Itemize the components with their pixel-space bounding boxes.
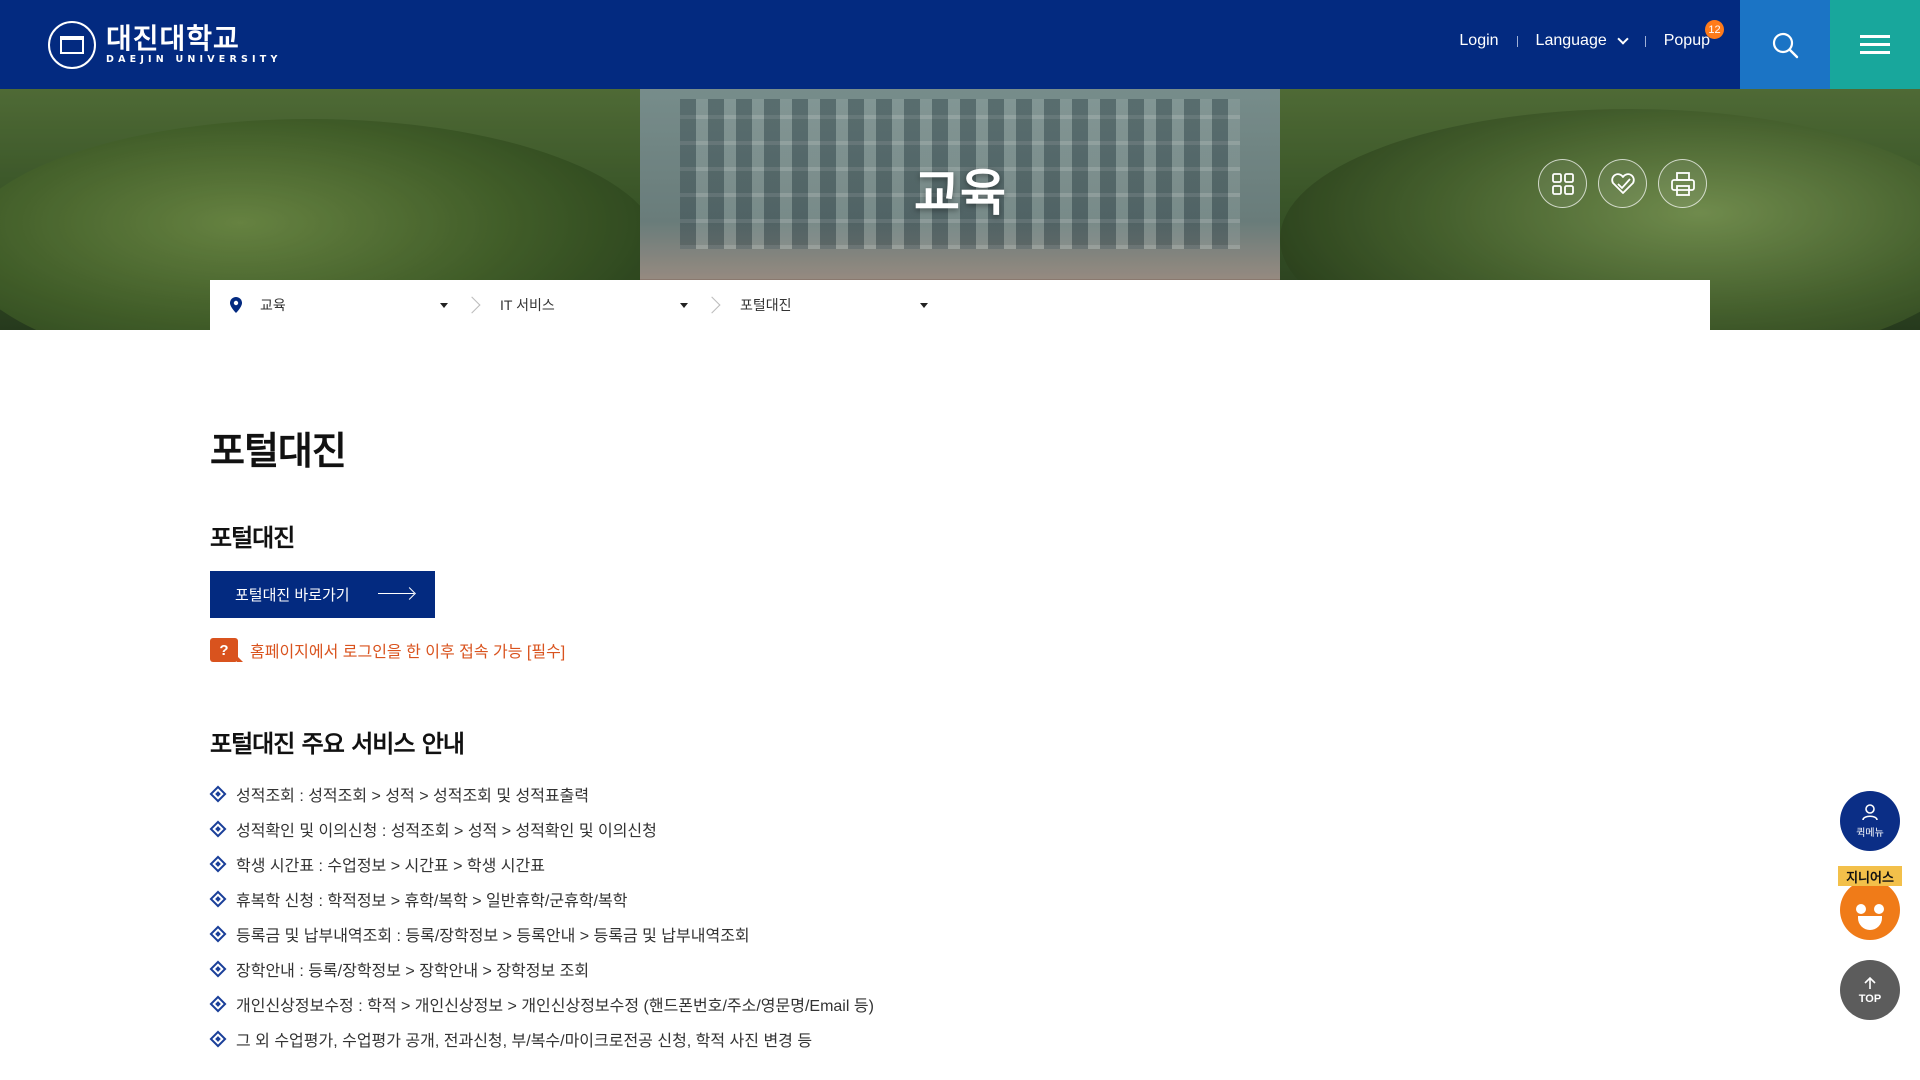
login-link[interactable]: Login xyxy=(1459,32,1498,50)
list-item: 성적확인 및 이의신청 : 성적조회 > 성적 > 성적확인 및 이의신청 xyxy=(209,811,874,846)
bullet-icon xyxy=(209,820,227,837)
section-title-services: 포털대진 주요 서비스 안내 xyxy=(210,730,465,758)
top-label: TOP xyxy=(1858,992,1882,1005)
scroll-top-button[interactable]: TOP xyxy=(1840,960,1900,1020)
quick-menu-button[interactable]: 퀵메뉴 xyxy=(1840,791,1900,851)
breadcrumb-level3-label: 포털대진 xyxy=(740,297,792,313)
list-item: 성적조회 : 성적조회 > 성적 > 성적조회 및 성적표출력 xyxy=(209,776,874,811)
nav-divider xyxy=(1516,35,1518,47)
language-label: Language xyxy=(1535,32,1607,49)
caret-down-icon xyxy=(440,302,448,308)
section-title-portal: 포털대진 xyxy=(210,524,295,552)
sitemap-icon xyxy=(1551,172,1574,195)
list-item: 그 외 수업평가, 수업평가 공개, 전과신청, 부/복수/마이크로전공 신청,… xyxy=(209,1021,874,1056)
breadcrumb-level1-select[interactable]: 교육 xyxy=(260,280,470,330)
chevron-down-icon xyxy=(1617,33,1629,45)
service-list: 성적조회 : 성적조회 > 성적 > 성적조회 및 성적표출력 성적확인 및 이… xyxy=(209,776,874,1056)
list-item: 휴복학 신청 : 학적정보 > 휴학/복학 > 일반휴학/군휴학/복학 xyxy=(209,881,874,916)
login-notice: ? 홈페이지에서 로그인을 한 이후 접속 가능 [필수] xyxy=(210,638,565,662)
bullet-icon xyxy=(209,925,227,942)
hero-tool-buttons xyxy=(1538,159,1707,208)
chatbot-button[interactable]: 지니어스 xyxy=(1838,866,1902,942)
arrow-right-icon xyxy=(378,593,414,594)
logo-korean: 대진대학교 xyxy=(106,22,240,55)
list-item: 등록금 및 납부내역조회 : 등록/장학정보 > 등록안내 > 등록금 및 납부… xyxy=(209,916,874,951)
bullet-icon xyxy=(209,1030,227,1047)
quick-menu-label: 퀵메뉴 xyxy=(1856,828,1884,839)
top-utility-nav: Login Language Popup 12 xyxy=(1459,20,1724,50)
popup-count-badge: 12 xyxy=(1705,20,1724,39)
share-button[interactable] xyxy=(1598,159,1647,208)
portal-shortcut-label: 포털대진 바로가기 xyxy=(235,587,350,604)
search-button[interactable] xyxy=(1740,0,1830,89)
login-notice-text: 홈페이지에서 로그인을 한 이후 접속 가능 [필수] xyxy=(250,644,566,661)
university-logo[interactable]: 대진대학교 DAEJIN UNIVERSITY xyxy=(48,20,282,70)
share-icon xyxy=(1610,172,1635,194)
chatbot-label: 지니어스 xyxy=(1838,866,1902,886)
caret-down-icon xyxy=(920,302,928,308)
question-icon: ? xyxy=(210,638,243,662)
print-icon xyxy=(1670,171,1695,196)
popup-link[interactable]: Popup 12 xyxy=(1663,20,1724,50)
list-item: 장학안내 : 등록/장학정보 > 장학안내 > 장학정보 조회 xyxy=(209,951,874,986)
bullet-icon xyxy=(209,960,227,977)
arrow-up-icon xyxy=(1864,976,1876,989)
list-item: 개인신상정보수정 : 학적 > 개인신상정보 > 개인신상정보수정 (핸드폰번호… xyxy=(209,986,874,1021)
mascot-icon xyxy=(1840,880,1900,940)
breadcrumb: 교육 IT 서비스 포털대진 xyxy=(210,280,1710,330)
bullet-icon xyxy=(209,890,227,907)
menu-button[interactable] xyxy=(1830,0,1920,89)
sitemap-button[interactable] xyxy=(1538,159,1587,208)
breadcrumb-level3-select[interactable]: 포털대진 xyxy=(740,280,950,330)
nav-divider xyxy=(1644,35,1646,47)
bullet-icon xyxy=(209,995,227,1012)
site-header: 대진대학교 DAEJIN UNIVERSITY Login Language P… xyxy=(0,0,1920,89)
list-item: 학생 시간표 : 수업정보 > 시간표 > 학생 시간표 xyxy=(209,846,874,881)
language-selector[interactable]: Language xyxy=(1535,32,1629,50)
search-icon xyxy=(1772,32,1799,58)
portal-shortcut-button[interactable]: 포털대진 바로가기 xyxy=(210,571,435,618)
breadcrumb-level1-label: 교육 xyxy=(260,297,286,313)
print-button[interactable] xyxy=(1658,159,1707,208)
caret-down-icon xyxy=(680,302,688,308)
popup-label: Popup xyxy=(1663,32,1710,49)
breadcrumb-level2-label: IT 서비스 xyxy=(500,297,555,313)
location-pin-icon xyxy=(230,297,242,313)
hamburger-icon xyxy=(1860,30,1890,59)
breadcrumb-level2-select[interactable]: IT 서비스 xyxy=(500,280,710,330)
user-icon xyxy=(1862,804,1878,821)
bullet-icon xyxy=(209,855,227,872)
logo-english: DAEJIN UNIVERSITY xyxy=(106,54,282,65)
page-title: 포털대진 xyxy=(210,429,347,473)
emblem-icon xyxy=(48,21,96,69)
bullet-icon xyxy=(209,785,227,802)
